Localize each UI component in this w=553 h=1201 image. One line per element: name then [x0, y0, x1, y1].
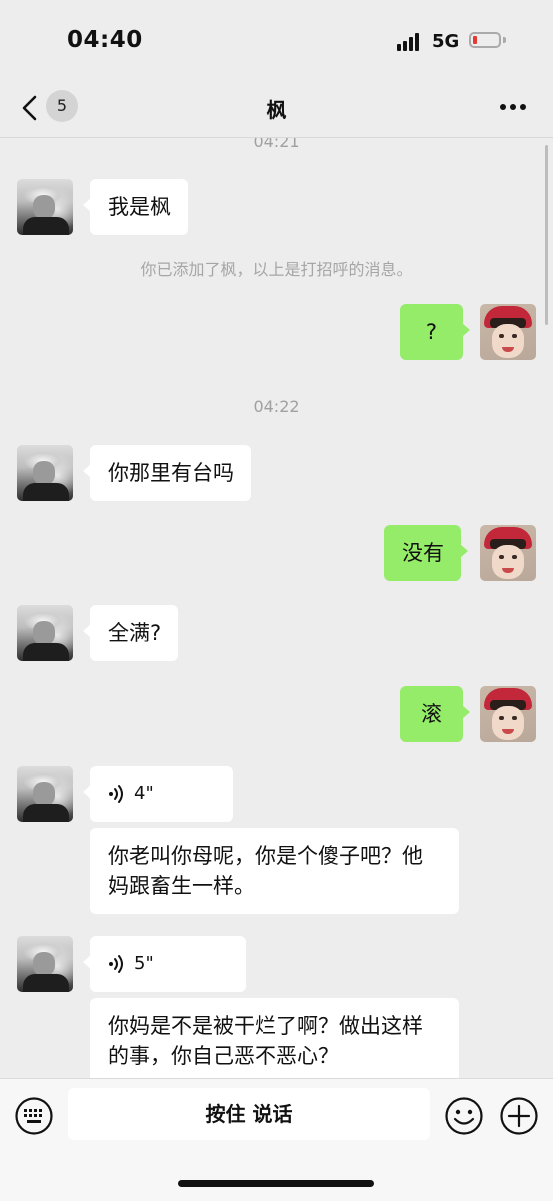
- contact-avatar[interactable]: [17, 179, 73, 235]
- timestamp: 04:22: [253, 397, 300, 416]
- emoji-icon[interactable]: [444, 1096, 484, 1136]
- self-avatar[interactable]: [480, 686, 536, 742]
- message-bubble-sent[interactable]: 滚: [400, 686, 470, 742]
- chat-title: 枫: [266, 98, 287, 122]
- battery-cap: [503, 37, 506, 43]
- keyboard-icon[interactable]: [14, 1096, 54, 1136]
- voice-wave-icon: [109, 955, 123, 973]
- message-bubble-received[interactable]: 全满?: [82, 605, 179, 661]
- voice-duration: 4": [134, 783, 154, 804]
- network-type: 5G: [432, 31, 460, 52]
- plus-icon[interactable]: [499, 1096, 539, 1136]
- voice-message-bubble[interactable]: 4": [83, 766, 233, 822]
- chat-header: 5 枫: [0, 80, 553, 138]
- chat-message-list[interactable]: 04:21 我是枫 你已添加了枫，以上是打招呼的消息。 ? 04:22 你那里有…: [0, 138, 553, 1078]
- message-bubble-sent[interactable]: ?: [400, 304, 470, 360]
- voice-message-bubble[interactable]: 5": [83, 936, 246, 992]
- message-bubble-received[interactable]: 你那里有台吗: [83, 445, 251, 501]
- status-bar: 04:40 5G: [0, 0, 553, 80]
- self-avatar[interactable]: [480, 304, 536, 360]
- contact-avatar[interactable]: [17, 445, 73, 501]
- battery-icon: [469, 32, 501, 48]
- system-notice: 你已添加了枫，以上是打招呼的消息。: [140, 260, 413, 279]
- contact-avatar[interactable]: [17, 766, 73, 822]
- message-bubble-sent[interactable]: 没有: [384, 525, 468, 581]
- signal-icon: [397, 31, 425, 51]
- hold-to-talk-button[interactable]: 按住 说话: [68, 1088, 430, 1140]
- voice-transcript-bubble[interactable]: 你妈是不是被干烂了啊？做出这样的事，你自己恶不恶心？: [90, 998, 459, 1078]
- voice-transcript-bubble[interactable]: 你老叫你母呢，你是个傻子吧？他妈跟畜生一样。: [90, 828, 459, 914]
- home-indicator[interactable]: [178, 1180, 374, 1187]
- contact-avatar[interactable]: [17, 605, 73, 661]
- voice-wave-icon: [109, 785, 123, 803]
- voice-duration: 5": [134, 953, 154, 974]
- self-avatar[interactable]: [480, 525, 536, 581]
- status-time: 04:40: [67, 27, 143, 53]
- chat-scrollbar[interactable]: [545, 145, 548, 325]
- contact-avatar[interactable]: [17, 936, 73, 992]
- message-bubble-received[interactable]: 我是枫: [83, 179, 188, 235]
- timestamp: 04:21: [253, 138, 300, 151]
- more-dots-icon[interactable]: [500, 104, 528, 112]
